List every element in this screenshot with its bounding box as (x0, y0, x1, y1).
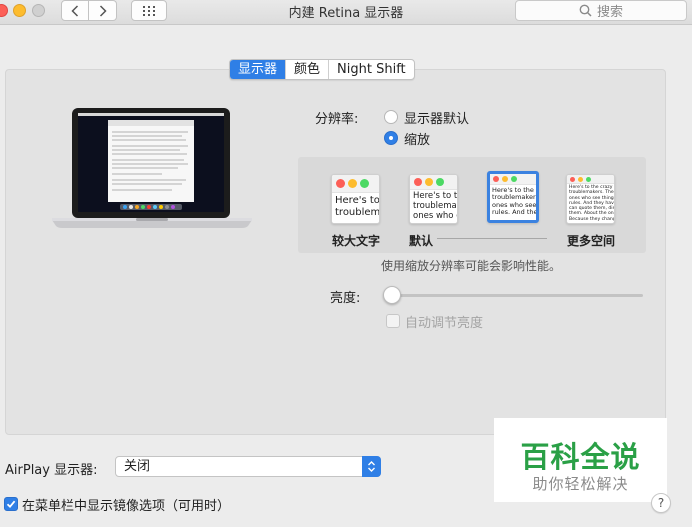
brightness-label: 亮度: (330, 291, 361, 306)
title-bar: 内建 Retina 显示器 搜索 (0, 0, 692, 25)
scale-option-default[interactable]: Here's to th troublemak ones who c (409, 174, 458, 224)
radio-display-default[interactable] (384, 110, 398, 124)
scale-label-larger-text: 较大文字 (332, 234, 381, 248)
preview-dot (414, 178, 422, 186)
radio-scaled[interactable] (384, 131, 398, 145)
preview-dot (436, 178, 444, 186)
airplay-display-select[interactable]: 关闭 (115, 456, 381, 477)
scaling-performance-hint: 使用缩放分辨率可能会影响性能。 (381, 259, 562, 273)
radio-scaled-label: 缩放 (404, 133, 431, 148)
tab-color[interactable]: 颜色 (285, 60, 328, 79)
watermark-subtitle: 助你轻松解决 (532, 475, 629, 493)
preview-dot (493, 176, 499, 182)
preview-text-line: rules. And they (492, 208, 536, 217)
preview-text-line: ones who c (413, 210, 457, 221)
resolution-label: 分辨率: (315, 112, 359, 127)
radio-display-default-label: 显示器默认 (404, 112, 470, 127)
preview-dot (336, 179, 345, 188)
airplay-display-label: AirPlay 显示器: (5, 463, 98, 478)
scale-label-default: 默认 (409, 234, 434, 248)
preview-dot (425, 178, 433, 186)
scale-label-more-space: 更多空间 (567, 234, 616, 248)
scale-separator-line (437, 238, 547, 239)
show-mirroring-checkbox[interactable] (4, 497, 18, 511)
show-mirroring-label: 在菜单栏中显示镜像选项（可用时） (22, 499, 231, 514)
scale-option-selected[interactable]: Here's to the cr troublemakers. ones who… (487, 171, 539, 223)
preview-dot (570, 176, 575, 182)
auto-brightness-label: 自动调节亮度 (405, 316, 484, 331)
help-button[interactable]: ? (651, 493, 671, 513)
preview-dot (511, 176, 517, 182)
preview-text-line: Here's to (335, 195, 379, 206)
watermark: 百科全说 助你轻松解决 (494, 418, 667, 502)
scale-option-larger-text[interactable]: Here's to troublem (331, 174, 380, 224)
laptop-icon (52, 108, 252, 228)
search-placeholder: 搜索 (596, 5, 623, 20)
auto-brightness-checkbox[interactable] (386, 314, 400, 328)
brightness-slider-knob[interactable] (383, 286, 401, 304)
checkmark-icon (6, 500, 16, 509)
preview-dot (586, 176, 591, 182)
brightness-slider-track[interactable] (388, 294, 643, 297)
preview-dot (502, 176, 508, 182)
preview-dot (578, 176, 583, 182)
watermark-title: 百科全说 (520, 440, 641, 474)
search-field[interactable]: 搜索 (515, 0, 687, 21)
tab-night-shift[interactable]: Night Shift (328, 60, 414, 79)
tab-display[interactable]: 显示器 (230, 60, 286, 79)
search-icon (579, 4, 592, 17)
preview-text-line: them. About the only th (569, 211, 614, 217)
airplay-display-value: 关闭 (124, 459, 151, 474)
preview-dot (348, 179, 357, 188)
preview-text-line: troublemakers. The rou (569, 190, 614, 196)
preview-dot (360, 179, 369, 188)
preview-text-line: Because they change th (569, 216, 614, 222)
tab-bar: 显示器 颜色 Night Shift (229, 59, 415, 80)
scale-option-more-space[interactable]: Here's to the crazy one troublemakers. T… (566, 174, 615, 224)
updown-arrows-icon (362, 456, 381, 477)
preview-text-line: troublem (335, 206, 379, 218)
